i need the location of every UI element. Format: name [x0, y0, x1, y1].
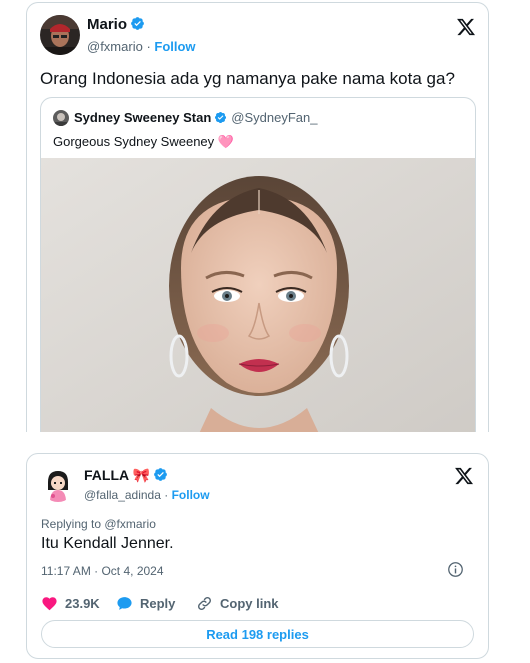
x-logo-icon[interactable] — [456, 17, 476, 37]
reply-card: FALLA 🎀 @falla_adinda · Follow Replying … — [26, 453, 489, 659]
reply-timestamp[interactable]: 11:17 AM · Oct 4, 2024 — [41, 564, 164, 578]
author-name-row[interactable]: Mario — [87, 16, 145, 33]
quoted-author-handle: @SydneyFan_ — [231, 110, 318, 125]
quoted-author-name: Sydney Sweeney Stan — [74, 110, 212, 125]
reply-button[interactable]: Reply — [116, 595, 175, 612]
x-logo-icon[interactable] — [454, 466, 474, 486]
ribbon-emoji: 🎀 — [132, 467, 150, 483]
author-handle-row: @fxmario · Follow — [87, 39, 196, 54]
like-button[interactable]: 23.9K — [41, 595, 100, 612]
reply-author-name-row[interactable]: FALLA 🎀 — [84, 467, 168, 484]
reply-author-handle-row: @falla_adinda · Follow — [84, 488, 210, 502]
reply-label: Reply — [140, 596, 176, 611]
read-replies-button[interactable]: Read 198 replies — [41, 620, 474, 648]
reply-bubble-icon — [117, 597, 132, 610]
reply-author-name[interactable]: FALLA — [84, 467, 129, 483]
separator: · — [142, 39, 155, 54]
quoted-author-row: Sydney Sweeney Stan @SydneyFan_ — [74, 110, 317, 125]
copy-link-button[interactable]: Copy link — [196, 595, 279, 612]
reply-author-handle[interactable]: @falla_adinda — [84, 488, 161, 502]
info-icon[interactable] — [447, 561, 464, 578]
tweet-text: Orang Indonesia ada yg namanya pake nama… — [40, 69, 455, 88]
author-name[interactable]: Mario — [87, 16, 127, 33]
reply-text: Itu Kendall Jenner. — [41, 535, 174, 552]
reply-author-avatar[interactable] — [41, 468, 75, 502]
quoted-tweet[interactable]: Sydney Sweeney Stan @SydneyFan_ Gorgeous … — [40, 97, 476, 432]
quoted-author-avatar — [53, 110, 69, 126]
replying-to-label[interactable]: Replying to @fxmario — [41, 517, 156, 531]
verified-badge-icon — [131, 17, 144, 30]
verified-badge-icon — [154, 468, 167, 481]
like-count: 23.9K — [65, 596, 100, 611]
verified-badge-icon — [215, 111, 227, 124]
separator: · — [160, 488, 172, 502]
link-icon — [198, 597, 211, 610]
author-avatar[interactable] — [40, 15, 80, 55]
quoted-tweet-text: Gorgeous Sydney Sweeney 🩷 — [53, 134, 234, 149]
author-handle[interactable]: @fxmario — [87, 39, 143, 54]
copy-link-label: Copy link — [220, 596, 279, 611]
tweet-card: Mario @fxmario · Follow Orang Indonesia … — [26, 2, 489, 432]
quoted-tweet-photo[interactable] — [41, 158, 475, 432]
portrait-photo — [41, 158, 475, 432]
heart-icon — [42, 597, 57, 611]
follow-button[interactable]: Follow — [154, 39, 195, 54]
follow-button[interactable]: Follow — [172, 488, 210, 502]
